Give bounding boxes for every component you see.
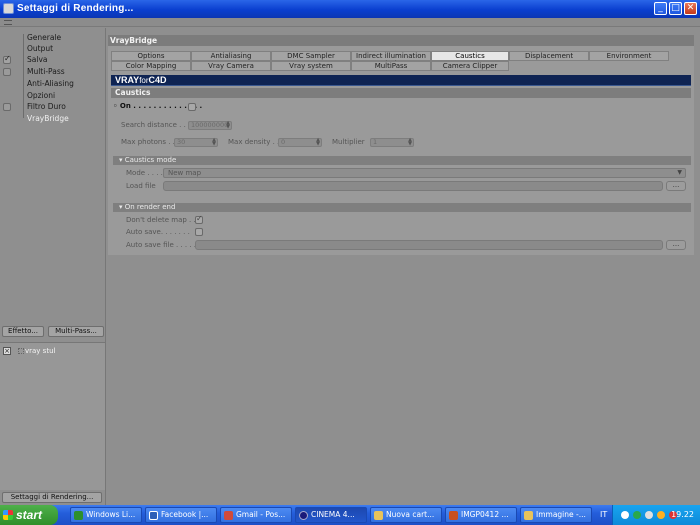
taskbar-item-gmail[interactable]: Gmail - Pos... xyxy=(220,507,292,523)
max-photons-input[interactable]: 30 ▲ ▼ xyxy=(174,138,218,147)
max-density-label: Max density . . xyxy=(228,138,280,146)
effect-button[interactable]: Effetto... xyxy=(2,326,44,337)
tree-line xyxy=(23,34,24,118)
browser-icon xyxy=(224,511,233,520)
tab-indirect-illumination[interactable]: Indirect illumination (GI) xyxy=(351,51,431,68)
render-settings-button[interactable]: Settaggi di Rendering... xyxy=(2,492,102,503)
taskbar-item-facebook[interactable]: Facebook |... xyxy=(145,507,217,523)
search-distance-input[interactable]: 100000000 ▲ ▼ xyxy=(188,121,232,130)
spin-arrows-icon[interactable]: ▲ ▼ xyxy=(408,138,412,147)
antivirus-tray-icon[interactable] xyxy=(657,511,665,519)
dont-delete-checkbox[interactable] xyxy=(195,214,203,224)
taskbar-item-immagine[interactable]: Immagine -... xyxy=(520,507,592,523)
preset-icon xyxy=(18,348,24,354)
remove-icon[interactable]: × xyxy=(3,347,11,355)
on-render-end-header[interactable]: ▾ On render end xyxy=(113,203,691,212)
mode-label: Mode . . . . . xyxy=(126,169,168,177)
auto-save-file-label: Auto save file . . . . . . xyxy=(126,241,201,249)
tab-vray-camera[interactable]: Vray Camera xyxy=(191,61,271,71)
auto-save-file-input[interactable] xyxy=(195,240,663,250)
taskbar-item-windows-live[interactable]: Windows Li... xyxy=(70,507,142,523)
load-file-label: Load file xyxy=(126,182,156,190)
tab-environment[interactable]: Environment xyxy=(589,51,669,61)
title-bar: Settaggi di Rendering... _ □ ✕ xyxy=(0,0,700,18)
max-density-input[interactable]: 0 ▲ ▼ xyxy=(278,138,322,147)
sidebar-item-multipass[interactable]: Multi-Pass xyxy=(27,66,105,77)
spin-arrows-icon[interactable]: ▲ ▼ xyxy=(212,138,216,147)
clock: 19.22 xyxy=(671,510,694,519)
on-indicator-icon: ◦ xyxy=(113,102,120,110)
chevron-down-icon: ▼ xyxy=(677,169,682,176)
max-photons-label: Max photons . . xyxy=(121,138,175,146)
sidebar-item-generale[interactable]: Generale xyxy=(27,32,105,43)
folder-icon xyxy=(524,511,533,520)
multiplier-input[interactable]: 1 ▲ ▼ xyxy=(370,138,414,147)
cinema4d-icon xyxy=(299,511,308,520)
vray-banner: VRAYforC4D xyxy=(111,75,691,86)
tab-multipass[interactable]: MultiPass xyxy=(351,61,431,71)
browser-icon xyxy=(149,511,158,520)
sidebar-item-output[interactable]: Output xyxy=(27,43,105,54)
multipass-check-icon[interactable] xyxy=(3,68,11,76)
panel-header: VrayBridge xyxy=(108,35,694,46)
sidebar: Generale Output Salva Multi-Pass Anti-Al… xyxy=(0,28,106,505)
sidebar-item-salva[interactable]: Salva xyxy=(27,54,105,65)
load-file-browse-button[interactable]: ... xyxy=(666,181,686,191)
load-file-input[interactable] xyxy=(163,181,663,191)
taskbar: start Windows Li... Facebook |... Gmail … xyxy=(0,505,700,525)
filtro-check-icon[interactable] xyxy=(3,103,11,111)
sidebar-item-antialiasing[interactable]: Anti-Aliasing xyxy=(27,78,105,89)
close-button[interactable]: ✕ xyxy=(684,2,697,15)
windows-flag-icon xyxy=(3,510,13,520)
caustics-mode-header[interactable]: ▾ Caustics mode xyxy=(113,156,691,165)
mode-select[interactable]: New map ▼ xyxy=(163,168,686,178)
taskbar-item-imgp0412[interactable]: IMGP0412 ... xyxy=(445,507,517,523)
spin-arrows-icon[interactable]: ▲ ▼ xyxy=(226,121,230,130)
multipass-button[interactable]: Multi-Pass... xyxy=(48,326,104,337)
maximize-button[interactable]: □ xyxy=(669,2,682,15)
list-item[interactable]: × vray stul xyxy=(3,347,103,356)
auto-save-checkbox[interactable] xyxy=(195,228,203,236)
image-icon xyxy=(449,511,458,520)
network-tray-icon[interactable] xyxy=(633,511,641,519)
preset-label: vray stul xyxy=(25,347,56,355)
section-title: Caustics xyxy=(111,88,691,98)
taskbar-item-cinema4d[interactable]: CINEMA 4... xyxy=(295,507,367,523)
search-distance-label: Search distance . . . xyxy=(121,121,191,129)
minimize-button[interactable]: _ xyxy=(654,2,667,15)
dont-delete-label: Don't delete map . . xyxy=(126,216,196,224)
tab-displacement[interactable]: Displacement xyxy=(509,51,589,61)
multiplier-label: Multiplier xyxy=(332,138,365,146)
tab-caustics[interactable]: Caustics xyxy=(431,51,509,61)
tab-vray-system[interactable]: Vray system xyxy=(271,61,351,71)
app-icon xyxy=(3,3,14,14)
auto-save-label: Auto save. . . . . . . xyxy=(126,228,190,236)
salva-check-icon[interactable] xyxy=(3,54,11,64)
help-tray-icon[interactable] xyxy=(621,511,629,519)
folder-icon xyxy=(374,511,383,520)
tab-dmc-sampler[interactable]: DMC Sampler xyxy=(271,51,351,61)
sidebar-item-opzioni[interactable]: Opzioni xyxy=(27,90,105,101)
system-tray: 19.22 xyxy=(612,505,700,525)
menu-strip xyxy=(0,18,700,27)
tab-camera-clipper[interactable]: Camera Clipper xyxy=(431,61,509,71)
vray-logo: VRAYforC4D xyxy=(115,75,167,85)
window-title: Settaggi di Rendering... xyxy=(17,3,134,14)
taskbar-item-nuova-cartella[interactable]: Nuova cart... xyxy=(370,507,442,523)
spin-arrows-icon[interactable]: ▲ ▼ xyxy=(316,138,320,147)
sidebar-item-vraybridge[interactable]: VrayBridge xyxy=(27,113,105,124)
language-indicator[interactable]: IT xyxy=(600,505,607,525)
volume-tray-icon[interactable] xyxy=(645,511,653,519)
start-button[interactable]: start xyxy=(0,505,58,525)
messenger-icon xyxy=(74,511,83,520)
preset-list: × vray stul xyxy=(0,342,105,490)
auto-save-file-browse-button[interactable]: ... xyxy=(666,240,686,250)
on-checkbox[interactable] xyxy=(188,103,196,111)
tab-color-mapping[interactable]: Color Mapping xyxy=(111,61,191,71)
sidebar-item-filtro-duro[interactable]: Filtro Duro xyxy=(27,101,105,112)
menu-handle-icon[interactable] xyxy=(4,20,12,25)
tab-options[interactable]: Options xyxy=(111,51,191,61)
tab-antialiasing[interactable]: Antialiasing xyxy=(191,51,271,61)
